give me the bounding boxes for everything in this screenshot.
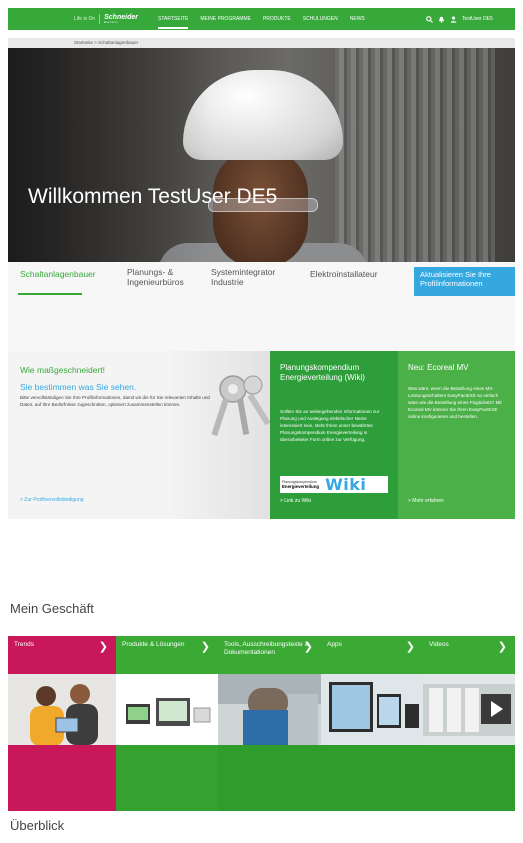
chevron-right-icon: ❯ bbox=[497, 641, 507, 653]
mein-geschaeft-title: Mein Geschäft bbox=[10, 601, 94, 616]
promo-heading: Wie maßgeschneidert! bbox=[20, 365, 106, 375]
tab-elektroinstallateur[interactable]: Elektroinstallateur bbox=[310, 269, 378, 280]
schneider-logo[interactable]: Schneider Electric bbox=[99, 14, 138, 24]
hero-shade bbox=[8, 48, 515, 262]
trends-footer bbox=[8, 745, 116, 811]
wiki-logo-text: Planungskompendium Energieverteilung bbox=[280, 480, 319, 489]
apps-footer bbox=[321, 745, 423, 811]
produkte-image bbox=[116, 674, 218, 745]
brand[interactable]: Life is On Schneider Electric bbox=[74, 8, 138, 30]
ecoreal-body: Was wäre, wenn die Bestellung eines MS-L… bbox=[408, 386, 502, 420]
profile-promo-card: Wie maßgeschneidert! Sie bestimmen was S… bbox=[8, 351, 271, 519]
apps-image bbox=[321, 674, 423, 745]
tagline: Life is On bbox=[74, 16, 96, 22]
chevron-right-icon: ❯ bbox=[98, 641, 108, 653]
nav-produkte[interactable]: PRODUKTE bbox=[263, 16, 291, 22]
category-produkte[interactable]: Produkte & Lösungen ❯ bbox=[116, 636, 218, 811]
update-profile-button[interactable]: Aktualisieren Sie Ihre Profilinformation… bbox=[414, 267, 515, 296]
category-trends[interactable]: Trends ❯ bbox=[8, 636, 116, 811]
tools-footer bbox=[218, 745, 321, 811]
wiki-card: Planungskompendium Energieverteilung (Wi… bbox=[270, 351, 398, 519]
promo-body: Bitte vervollständigen Sie Ihre Profilin… bbox=[20, 395, 210, 407]
hero-banner: Willkommen TestUser DE5 bbox=[8, 48, 515, 262]
videos-footer bbox=[423, 745, 515, 811]
tab-planungsbueros[interactable]: Planungs- & Ingenieurbüros bbox=[127, 267, 197, 288]
wiki-logo[interactable]: Planungskompendium Energieverteilung Wik… bbox=[280, 475, 388, 494]
user-name[interactable]: TestUser DE5 bbox=[462, 16, 493, 22]
welcome-heading: Willkommen TestUser DE5 bbox=[28, 185, 278, 208]
ecoreal-link[interactable]: > Mehr erfahren bbox=[408, 498, 444, 504]
tab-systemintegrator[interactable]: Systemintegrator Industrie bbox=[211, 267, 293, 288]
nav-schulungen[interactable]: SCHULUNGEN bbox=[303, 16, 338, 22]
nav-meine-programme[interactable]: MEINE PROGRAMME bbox=[200, 16, 251, 22]
audience-tabs: Schaltanlagenbauer Planungs- & Ingenieur… bbox=[8, 262, 515, 307]
main-menu: STARTSEITE MEINE PROGRAMME PRODUKTE SCHU… bbox=[158, 8, 365, 30]
top-navigation-bar: Life is On Schneider Electric STARTSEITE… bbox=[8, 8, 515, 30]
nav-startseite[interactable]: STARTSEITE bbox=[158, 16, 189, 29]
tab-content-spacer bbox=[8, 307, 515, 351]
active-tab-indicator bbox=[18, 293, 82, 295]
breadcrumb[interactable]: Startseite > Schaltanlagenbauer bbox=[8, 38, 515, 48]
category-tiles: Trends ❯ Produkte & Lösungen ❯ Tools, Au… bbox=[8, 636, 515, 811]
category-apps[interactable]: Apps ❯ bbox=[321, 636, 423, 811]
ecoreal-card: Neu: Ecoreal MV Was wäre, wenn die Beste… bbox=[398, 351, 515, 519]
promo-subheading: Sie bestimmen was Sie sehen. bbox=[20, 382, 137, 392]
chevron-right-icon: ❯ bbox=[405, 641, 415, 653]
chevron-right-icon: ❯ bbox=[200, 641, 210, 653]
user-icon[interactable] bbox=[450, 10, 457, 28]
keys-image bbox=[211, 375, 271, 437]
profile-completion-link[interactable]: > Zur Profilvervollständigung bbox=[20, 497, 84, 503]
chevron-right-icon: ❯ bbox=[303, 641, 313, 653]
produkte-footer bbox=[116, 745, 218, 811]
category-videos[interactable]: Videos ❯ bbox=[423, 636, 515, 811]
logo-subtext: Electric bbox=[104, 20, 118, 24]
videos-image bbox=[423, 674, 515, 745]
nav-actions: TestUser DE5 bbox=[426, 8, 493, 30]
category-tools[interactable]: Tools, Ausschreibungstexte & Dokumentati… bbox=[218, 636, 321, 811]
trends-image bbox=[8, 674, 116, 745]
tools-image bbox=[218, 674, 321, 745]
ecoreal-title: Neu: Ecoreal MV bbox=[408, 363, 469, 372]
ueberblick-title: Überblick bbox=[10, 818, 65, 833]
wiki-logo-word: Wiki bbox=[325, 475, 367, 494]
tab-schaltanlagenbauer[interactable]: Schaltanlagenbauer bbox=[20, 269, 96, 280]
search-icon[interactable] bbox=[426, 10, 433, 28]
wiki-body: Sollten Sie an weitergehenden Informatio… bbox=[280, 409, 380, 443]
nav-news[interactable]: NEWS bbox=[350, 16, 365, 22]
wiki-link[interactable]: > Link zu Wiki bbox=[280, 498, 311, 504]
wiki-logo-bold: Energieverteilung bbox=[282, 483, 320, 489]
wiki-title: Planungskompendium Energieverteilung (Wi… bbox=[280, 363, 365, 382]
bell-icon[interactable] bbox=[438, 10, 445, 28]
